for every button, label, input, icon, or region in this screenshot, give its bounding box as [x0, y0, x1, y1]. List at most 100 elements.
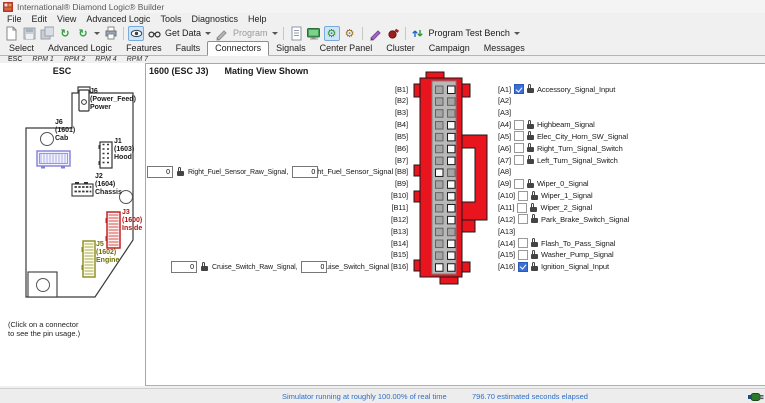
menu-diagnostics[interactable]: Diagnostics	[186, 14, 243, 24]
label-j2-chassis: J2 (1604) Chassis	[95, 173, 122, 197]
tab-center-panel[interactable]: Center Panel	[313, 42, 380, 55]
signal-checkbox-wiper-2-signal[interactable]	[517, 203, 527, 213]
menu-help[interactable]: Help	[243, 14, 272, 24]
tab-features[interactable]: Features	[119, 42, 169, 55]
cruise-switch-io-row: Cruise_Switch_Raw_Signal,	[171, 261, 327, 274]
tab-advanced-logic[interactable]: Advanced Logic	[41, 42, 119, 55]
chevron-down-icon	[205, 32, 211, 35]
pin-row-a16: [A16]Ignition_Signal_Input	[498, 261, 609, 272]
tab-signals[interactable]: Signals	[269, 42, 313, 55]
pin-label-b7: [B7]	[250, 155, 408, 166]
pin-label-a13: [A13]	[498, 227, 515, 236]
signal-checkbox-elec-city-horn-sw-signal[interactable]	[514, 131, 524, 141]
connector-pin-a7	[448, 157, 456, 165]
pin-label-b11: [B11]	[250, 202, 408, 213]
lock-icon	[531, 254, 538, 259]
cruise-raw-value-input[interactable]	[171, 261, 197, 273]
pin-label-a10: [A10]	[498, 191, 515, 200]
hint-line-1: (Click on a connector	[8, 320, 78, 329]
subtab-esc[interactable]: ESC	[3, 56, 27, 63]
tab-campaign[interactable]: Campaign	[422, 42, 477, 55]
menu-view[interactable]: View	[52, 14, 81, 24]
fuel-sensor-io-row: Right_Fuel_Sensor_Raw_Signal,	[147, 166, 318, 179]
signal-checkbox-park-brake-switch-signal[interactable]	[518, 214, 528, 224]
signal-checkbox-flash-to-pass-signal[interactable]	[518, 238, 528, 248]
pin-label-a15: [A15]	[498, 250, 515, 259]
connector-pin-a6	[448, 145, 456, 153]
pin-label-b5: [B5]	[250, 131, 408, 142]
print-button[interactable]	[103, 26, 119, 41]
signal-checkbox-ignition-signal-input[interactable]	[518, 262, 528, 272]
tab-cluster[interactable]: Cluster	[379, 42, 422, 55]
subtab-rpm-2[interactable]: RPM 2	[59, 56, 90, 63]
pin-label-b14: [B14]	[250, 238, 408, 249]
program-test-bench-button[interactable]: Program Test Bench	[429, 28, 510, 38]
cruise-signal-value-input[interactable]	[301, 261, 327, 273]
esc-outline-diagram	[8, 82, 143, 307]
pin-label-a3: [A3]	[498, 108, 511, 117]
pin-label-a7: [A7]	[498, 156, 511, 165]
pin-row-a10: [A10]Wiper_1_Signal	[498, 190, 593, 201]
signal-name-wiper-2-signal: Wiper_2_Signal	[540, 203, 592, 212]
window-title: International® Diamond Logic® Builder	[17, 2, 164, 12]
subtab-rpm-4[interactable]: RPM 4	[90, 56, 121, 63]
lock-icon	[531, 195, 538, 200]
menu-file[interactable]: File	[2, 14, 27, 24]
label-j3-inside: J3 (1600) Inside	[122, 209, 142, 233]
monitor-button[interactable]	[306, 26, 322, 41]
connector-j6-power[interactable]	[79, 90, 89, 111]
signal-checkbox-right-turn-signal-switch[interactable]	[514, 143, 524, 153]
subtab-rpm-1[interactable]: RPM 1	[27, 56, 58, 63]
pin-label-b1: [B1]	[250, 84, 408, 95]
pin-label-b13: [B13]	[250, 226, 408, 237]
eye-icon	[130, 27, 143, 40]
connector-j2-chassis[interactable]	[72, 182, 93, 196]
connector-pin-b4	[436, 122, 444, 130]
pin-label-a8: [A8]	[498, 167, 511, 176]
connector-pin-a10	[448, 193, 456, 201]
left-panel-title: ESC	[0, 66, 124, 76]
annotate-pen-button[interactable]	[367, 26, 383, 41]
new-document-button[interactable]	[3, 26, 19, 41]
connector-pin-b2	[436, 98, 444, 106]
signal-checkbox-accessory-signal-input[interactable]	[514, 84, 524, 94]
signal-name-ignition-signal-input: Ignition_Signal_Input	[541, 262, 609, 271]
diamond-logic-builder-window: International® Diamond Logic® Builder Fi…	[0, 0, 765, 403]
menu-bar: FileEditViewAdvanced LogicToolsDiagnosti…	[0, 13, 765, 25]
save-button[interactable]	[21, 26, 37, 41]
menu-advanced-logic[interactable]: Advanced Logic	[81, 14, 155, 24]
refresh-button[interactable]: ↻	[57, 26, 73, 41]
connector-j6-cab[interactable]	[37, 151, 70, 169]
fuel-raw-value-input[interactable]	[147, 166, 173, 178]
subtab-rpm-7[interactable]: RPM 7	[122, 56, 153, 63]
simulate-gear-toggle[interactable]: ⚙	[324, 26, 340, 41]
signal-checkbox-washer-pump-signal[interactable]	[518, 250, 528, 260]
tab-messages[interactable]: Messages	[477, 42, 532, 55]
settings-gear-button[interactable]: ⚙	[342, 26, 358, 41]
save-all-button[interactable]	[39, 26, 55, 41]
signal-name-park-brake-switch-signal: Park_Brake_Switch_Signal	[541, 215, 629, 224]
view-eye-toggle[interactable]	[128, 26, 144, 41]
tab-select[interactable]: Select	[2, 42, 41, 55]
program-button[interactable]: Program	[233, 28, 268, 38]
pin-label-a6: [A6]	[498, 144, 511, 153]
signal-checkbox-wiper-1-signal[interactable]	[518, 191, 528, 201]
connector-pin-b3	[436, 110, 444, 118]
connector-pin-b7	[436, 157, 444, 165]
get-data-button[interactable]: Get Data	[165, 28, 201, 38]
tab-faults[interactable]: Faults	[169, 42, 208, 55]
report-document-button[interactable]	[288, 26, 304, 41]
red-tool-button[interactable]	[385, 26, 401, 41]
fuel-signal-value-input[interactable]	[292, 166, 318, 178]
connector-j1-hood[interactable]	[99, 142, 113, 168]
signal-checkbox-wiper-0-signal[interactable]	[514, 179, 524, 189]
signal-checkbox-highbeam-signal[interactable]	[514, 120, 524, 130]
connector-pin-b14	[436, 240, 444, 248]
tab-connectors[interactable]: Connectors	[207, 41, 269, 56]
menu-tools[interactable]: Tools	[155, 14, 186, 24]
connector-pin-b8	[436, 169, 444, 177]
refresh-options-button[interactable]: ↻	[75, 26, 91, 41]
menu-edit[interactable]: Edit	[27, 14, 53, 24]
connector-j5-engine[interactable]	[82, 241, 96, 277]
signal-checkbox-left-turn-signal-switch[interactable]	[514, 155, 524, 165]
